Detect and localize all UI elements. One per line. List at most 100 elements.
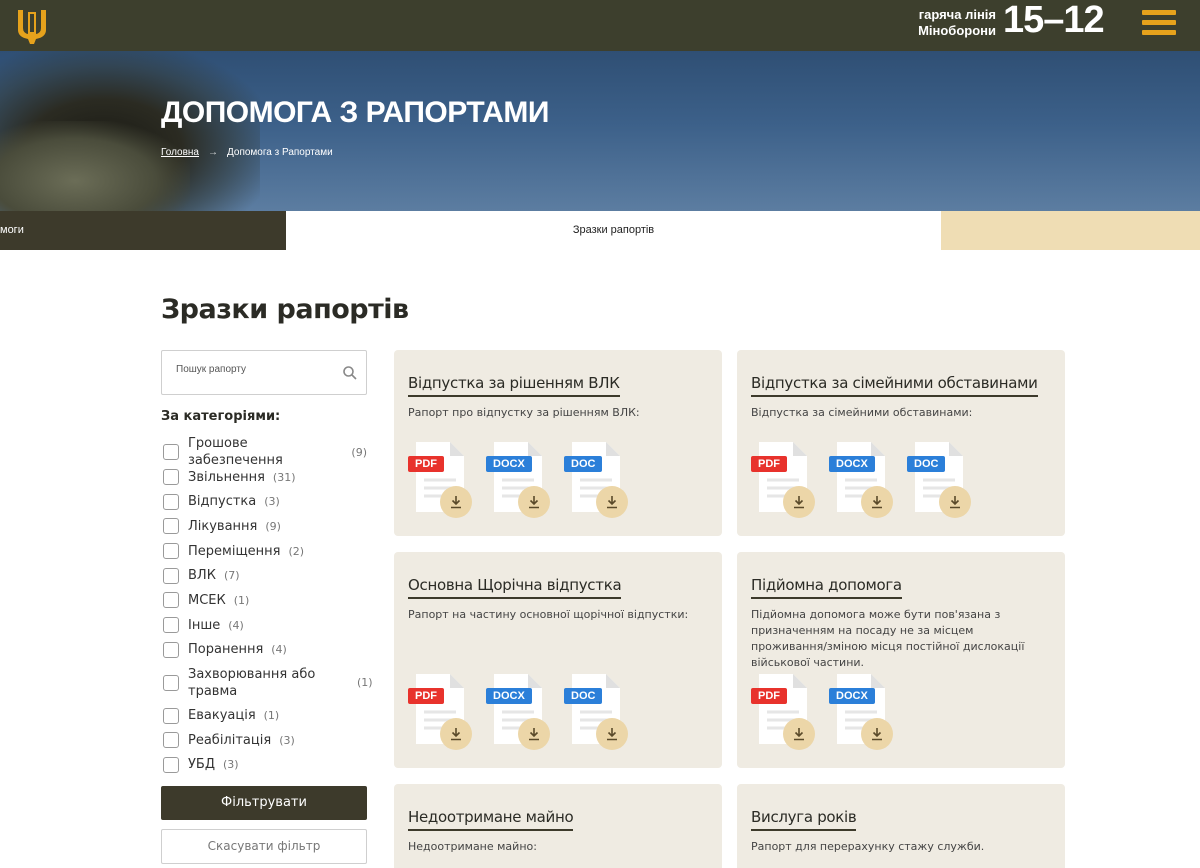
download-icon[interactable] (596, 718, 628, 750)
hamburger-menu-button[interactable] (1142, 10, 1176, 36)
download-icon[interactable] (440, 486, 472, 518)
docx-download[interactable]: DOCX (486, 442, 550, 522)
category-checkbox[interactable] (163, 493, 179, 510)
pdf-download[interactable]: PDF (751, 674, 815, 754)
category-count: (3) (279, 733, 295, 747)
tab-extra[interactable] (941, 211, 1200, 250)
report-card-title[interactable]: Вислуга років (751, 808, 857, 831)
category-count: (9) (351, 445, 367, 459)
download-files: PDF DOCX DOC (751, 442, 985, 522)
report-card-description: Рапорт для перерахунку стажу служби. (751, 840, 985, 853)
report-card-title[interactable]: Недоотримане майно (408, 808, 574, 831)
category-count: (7) (223, 569, 240, 583)
category-checkbox[interactable] (163, 674, 179, 691)
section-title: Зразки рапортів (161, 294, 409, 325)
report-card-title[interactable]: Підйомна допомога (751, 576, 902, 599)
category-checkbox[interactable] (163, 592, 179, 609)
download-icon[interactable] (861, 486, 893, 518)
pdf-download[interactable]: PDF (408, 442, 472, 522)
breadcrumb: Головна → Допомога з Рапортами (161, 147, 333, 158)
breadcrumb-current: Допомога з Рапортами (227, 147, 333, 158)
breadcrumb-home-link[interactable]: Головна (161, 147, 199, 158)
report-card-description: Недоотримане майно: (408, 840, 537, 853)
download-icon[interactable] (596, 486, 628, 518)
category-checkbox[interactable] (163, 444, 179, 461)
pdf-download[interactable]: PDF (408, 674, 472, 754)
docx-download[interactable]: DOCX (486, 674, 550, 754)
tab-help[interactable]: моги (0, 211, 286, 250)
doc-download[interactable]: DOC (907, 442, 971, 522)
report-card: Відпустка за сімейними обставинами Відпу… (737, 350, 1065, 536)
category-item[interactable]: Відпустка (3) (163, 489, 367, 514)
docx-download[interactable]: DOCX (829, 674, 893, 754)
category-label: Евакуація (188, 708, 256, 724)
docx-download[interactable]: DOCX (829, 442, 893, 522)
doc-download[interactable]: DOC (564, 442, 628, 522)
download-icon[interactable] (518, 718, 550, 750)
category-item[interactable]: Звільнення (31) (163, 465, 367, 490)
category-count: (1) (263, 709, 280, 723)
doc-download[interactable]: DOC (564, 674, 628, 754)
category-checkbox[interactable] (163, 518, 179, 535)
category-label: Лікування (188, 518, 258, 534)
report-card-title[interactable]: Відпустка за сімейними обставинами (751, 374, 1038, 397)
hero-background-figure (0, 121, 190, 211)
category-count: (1) (357, 676, 373, 690)
report-card-title[interactable]: Відпустка за рішенням ВЛК (408, 374, 620, 397)
category-count: (3) (223, 758, 239, 772)
category-item[interactable]: Реабілітація (3) (163, 728, 367, 753)
category-checkbox[interactable] (163, 756, 179, 773)
file-type-badge: DOC (564, 456, 603, 472)
file-type-badge: DOCX (829, 688, 875, 704)
trident-logo-icon[interactable] (12, 6, 52, 46)
reset-filter-button[interactable]: Скасувати фільтр (161, 829, 367, 864)
category-item[interactable]: Евакуація (1) (163, 703, 367, 728)
download-files: PDF DOCX (751, 674, 907, 754)
category-label: МСЕК (188, 592, 226, 608)
filter-button[interactable]: Фільтрувати (161, 786, 367, 820)
category-checkbox[interactable] (163, 469, 179, 486)
hamburger-icon-bar (1142, 10, 1176, 15)
category-label: Захворювання або травма (188, 666, 316, 699)
report-card-description: Підйомна допомога може бути пов'язана з … (751, 608, 1025, 669)
category-count: (4) (228, 618, 244, 632)
category-count: (4) (271, 643, 287, 657)
category-item[interactable]: МСЕК (1) (163, 588, 367, 613)
category-checkbox[interactable] (163, 567, 179, 584)
report-card-description: Відпустка за сімейними обставинами: (751, 406, 973, 419)
download-icon[interactable] (518, 486, 550, 518)
report-card: Підйомна допомога Підйомна допомога може… (737, 552, 1065, 768)
category-checkbox[interactable] (163, 617, 179, 634)
category-item[interactable]: Захворювання або травма (1) (163, 662, 373, 703)
pdf-download[interactable]: PDF (751, 442, 815, 522)
hotline-line2: Міноборони (918, 23, 996, 38)
category-item[interactable]: Переміщення (2) (163, 539, 367, 564)
hotline-number[interactable]: 15–12 (1003, 0, 1105, 42)
category-item[interactable]: ВЛК (7) (163, 563, 367, 588)
report-card-title[interactable]: Основна Щорічна відпустка (408, 576, 622, 599)
category-item[interactable]: УБД (3) (163, 753, 367, 778)
download-icon[interactable] (440, 718, 472, 750)
category-item[interactable]: Поранення (4) (163, 638, 367, 663)
search-icon[interactable] (342, 365, 358, 381)
category-checkbox[interactable] (163, 641, 179, 658)
category-checkbox[interactable] (163, 732, 179, 749)
report-card: Вислуга років Рапорт для перерахунку ста… (737, 784, 1065, 868)
file-type-badge: PDF (751, 688, 787, 704)
search-input[interactable] (176, 364, 336, 375)
download-files: PDF DOCX DOC (408, 674, 642, 754)
tab-help-label: моги (0, 224, 24, 236)
category-item[interactable]: Інше (4) (163, 613, 367, 638)
category-checkbox[interactable] (163, 543, 179, 560)
tab-report-samples[interactable]: Зразки рапортів (286, 211, 941, 250)
hamburger-icon-bar (1142, 30, 1176, 35)
file-type-badge: DOC (564, 688, 603, 704)
category-item[interactable]: Грошове забезпечення (9) (163, 436, 367, 468)
category-checkbox[interactable] (163, 707, 179, 724)
download-icon[interactable] (783, 718, 815, 750)
download-icon[interactable] (783, 486, 815, 518)
category-item[interactable]: Лікування (9) (163, 514, 367, 539)
category-count: (1) (233, 593, 250, 607)
download-icon[interactable] (861, 718, 893, 750)
download-icon[interactable] (939, 486, 971, 518)
